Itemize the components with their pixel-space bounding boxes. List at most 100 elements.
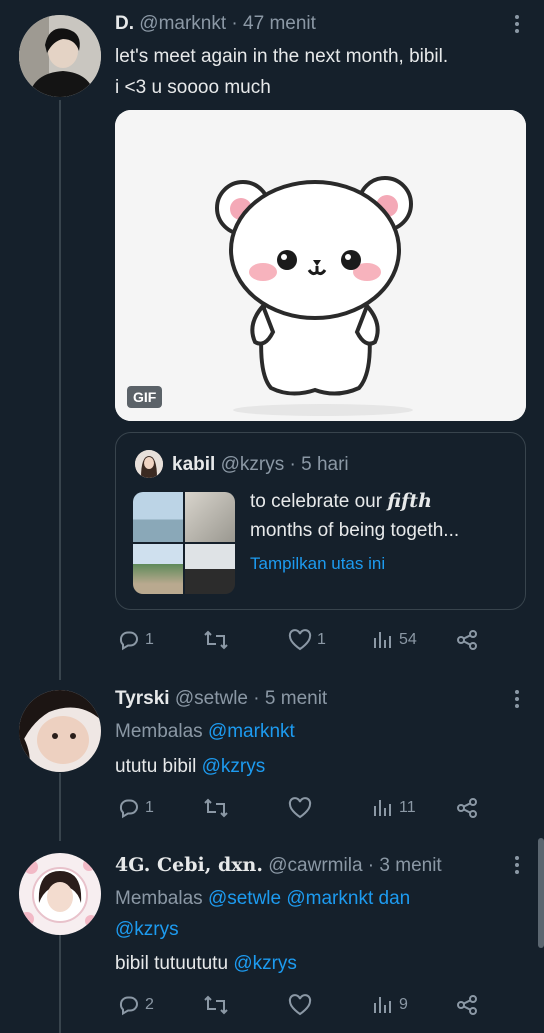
timestamp[interactable]: 3 menit [379, 855, 441, 876]
avatar-photo [19, 15, 101, 97]
avatar[interactable] [19, 853, 101, 935]
views-count: 54 [399, 631, 417, 648]
share-button[interactable] [455, 793, 479, 823]
quoted-display-name: kabil [172, 454, 216, 475]
handle[interactable]: @marknkt [139, 13, 226, 34]
tweet-text: bibil tutuututu @kzrys [115, 948, 297, 979]
retweet-icon [204, 995, 228, 1015]
reply-mention[interactable]: @setwle [208, 888, 281, 909]
tweet-text: ututu bibil @kzrys [115, 751, 265, 782]
tweet-text-line: i <3 u soooo much [115, 77, 271, 98]
reply-prefix: Membalas [115, 721, 203, 742]
display-name[interactable]: Tyrski [115, 688, 170, 709]
quoted-text-line: to celebrate our fifth [250, 487, 459, 516]
action-bar: 1 1 54 [115, 625, 495, 655]
reply-mention[interactable]: @kzrys [115, 919, 179, 940]
quoted-text-part: to celebrate our [250, 491, 388, 512]
action-bar: 2 9 [115, 990, 495, 1020]
like-button[interactable] [287, 990, 317, 1020]
separator-dot: · [253, 688, 260, 709]
share-icon [457, 630, 477, 650]
gif-media[interactable]: GIF [115, 110, 526, 421]
retweet-button[interactable] [203, 990, 233, 1020]
mention-link[interactable]: @kzrys [233, 953, 297, 974]
tweet[interactable]: D. @marknkt · 47 menit let's meet again … [0, 0, 544, 680]
views-button[interactable]: 11 [371, 793, 416, 823]
avatar[interactable] [19, 15, 101, 97]
quoted-handle: @kzrys [220, 454, 285, 475]
display-name[interactable]: D. [115, 13, 134, 34]
more-icon[interactable] [514, 856, 520, 878]
reply-icon [119, 996, 138, 1016]
quoted-text: to celebrate our fifth months of being t… [250, 487, 459, 545]
share-button[interactable] [455, 625, 479, 655]
quoted-text-line: months of being togeth... [250, 520, 460, 541]
tweet-text-line: let's meet again in the next month, bibi… [115, 46, 449, 67]
more-icon[interactable] [514, 690, 520, 712]
more-icon[interactable] [514, 15, 520, 37]
tweet-header: Tyrski @setwle · 5 menit [115, 688, 327, 710]
share-button[interactable] [455, 990, 479, 1020]
reply-button[interactable]: 2 [117, 990, 154, 1020]
quoted-photo [133, 492, 183, 542]
quoted-timestamp: 5 hari [301, 454, 349, 475]
tweet-text: let's meet again in the next month, bibi… [115, 41, 448, 103]
quoted-tweet[interactable]: kabil @kzrys · 5 hari to celebrate our f… [115, 432, 526, 610]
action-bar: 1 11 [115, 793, 495, 823]
separator-dot: · [289, 454, 296, 475]
reply-mention[interactable]: @marknkt [286, 888, 373, 909]
avatar[interactable] [19, 690, 101, 772]
views-button[interactable]: 9 [371, 990, 408, 1020]
quoted-avatar-photo [135, 450, 163, 478]
scrollbar-thumb[interactable] [538, 838, 544, 948]
reply-icon [119, 799, 138, 819]
tweet[interactable]: Tyrski @setwle · 5 menit Membalas @markn… [0, 680, 544, 842]
timestamp[interactable]: 47 menit [243, 13, 316, 34]
tweet-header: D. @marknkt · 47 menit [115, 13, 316, 35]
tweet-text-body: ututu bibil [115, 756, 197, 777]
like-button[interactable]: 1 [287, 625, 326, 655]
tweet-header: 4G. Cebi, dxn. @cawrmila · 3 menit [115, 854, 442, 877]
reply-context: Membalas @marknkt [115, 716, 295, 747]
quoted-photo [133, 544, 183, 594]
bear-gif-image [115, 110, 526, 421]
share-icon [457, 798, 477, 818]
handle[interactable]: @cawrmila [268, 855, 362, 876]
quoted-media-grid[interactable] [133, 492, 235, 594]
reply-count: 1 [145, 631, 154, 648]
heart-icon [288, 994, 312, 1016]
reply-context-line: @kzrys [115, 914, 410, 945]
views-count: 9 [399, 996, 408, 1013]
reply-icon [119, 631, 138, 651]
share-icon [457, 995, 477, 1015]
reply-context: Membalas @setwle @marknkt dan @kzrys [115, 883, 410, 945]
reply-prefix: Membalas [115, 888, 203, 909]
timestamp[interactable]: 5 menit [265, 688, 327, 709]
avatar-photo [19, 690, 101, 772]
retweet-button[interactable] [203, 793, 233, 823]
show-thread-link[interactable]: Tampilkan utas ini [250, 554, 385, 574]
heart-icon [288, 629, 312, 651]
views-button[interactable]: 54 [371, 625, 417, 655]
like-button[interactable] [287, 793, 317, 823]
display-name[interactable]: 4G. Cebi, dxn. [115, 854, 263, 876]
reply-button[interactable]: 1 [117, 793, 154, 823]
retweet-button[interactable] [203, 625, 233, 655]
separator-dot: · [231, 13, 238, 34]
reply-count: 2 [145, 996, 154, 1013]
avatar-photo [19, 853, 101, 935]
reply-and: dan [378, 888, 411, 909]
mention-link[interactable]: @kzrys [202, 756, 266, 777]
analytics-icon [374, 800, 391, 816]
handle[interactable]: @setwle [175, 688, 248, 709]
reply-mention[interactable]: @marknkt [208, 721, 295, 742]
retweet-icon [204, 798, 228, 818]
quoted-text-emphasis: fifth [387, 490, 432, 512]
tweet[interactable]: 4G. Cebi, dxn. @cawrmila · 3 menit Memba… [0, 842, 544, 1033]
reply-button[interactable]: 1 [117, 625, 154, 655]
quoted-header: kabil @kzrys · 5 hari [172, 454, 349, 476]
analytics-icon [374, 997, 391, 1013]
quoted-avatar[interactable] [135, 450, 163, 478]
reply-context-line: Membalas @setwle @marknkt dan [115, 883, 410, 914]
analytics-icon [374, 632, 391, 648]
